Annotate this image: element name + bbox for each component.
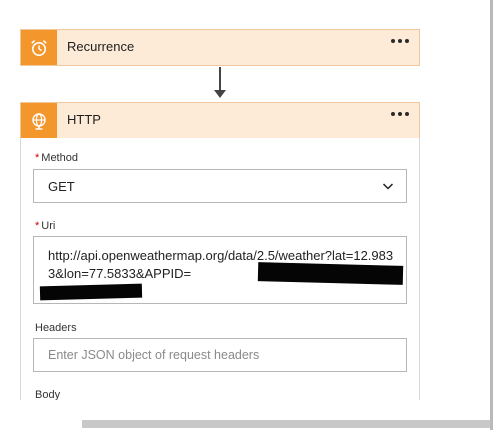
required-mark: * xyxy=(35,152,40,164)
horizontal-scrollbar[interactable] xyxy=(82,420,490,428)
redaction-mark xyxy=(257,262,404,285)
method-select[interactable]: GET xyxy=(33,169,407,203)
recurrence-title: Recurrence xyxy=(67,39,135,54)
method-label-text: Method xyxy=(41,152,78,164)
uri-label-text: Uri xyxy=(41,220,56,232)
connector-line xyxy=(219,67,221,91)
headers-input[interactable]: Enter JSON object of request headers xyxy=(33,338,407,372)
more-options-icon[interactable] xyxy=(391,39,409,43)
method-value: GET xyxy=(48,179,75,194)
dot xyxy=(391,39,395,43)
uri-label: * Uri xyxy=(35,220,55,232)
headers-label: Headers xyxy=(35,322,77,334)
globe-icon xyxy=(21,103,57,138)
chevron-down-icon xyxy=(382,179,394,197)
redaction-mark xyxy=(39,283,143,301)
required-mark: * xyxy=(35,220,40,232)
dot xyxy=(398,39,402,43)
method-label: * Method xyxy=(35,152,78,164)
alarm-clock-icon xyxy=(21,30,57,65)
dot xyxy=(398,112,402,116)
headers-placeholder: Enter JSON object of request headers xyxy=(48,348,260,362)
arrow-down-icon xyxy=(214,90,226,98)
uri-input[interactable]: http://api.openweathermap.org/data/2.5/w… xyxy=(33,236,407,304)
dot xyxy=(391,112,395,116)
logic-app-designer: Recurrence HTTP * Method GET * Uri http:… xyxy=(0,0,493,430)
more-options-icon[interactable] xyxy=(391,112,409,116)
http-title: HTTP xyxy=(67,112,101,127)
http-card-header[interactable]: HTTP xyxy=(20,102,420,139)
recurrence-card-header[interactable]: Recurrence xyxy=(20,29,420,66)
dot xyxy=(405,39,409,43)
http-card-body: * Method GET * Uri http://api.openweatherm… xyxy=(20,138,420,401)
dot xyxy=(405,112,409,116)
